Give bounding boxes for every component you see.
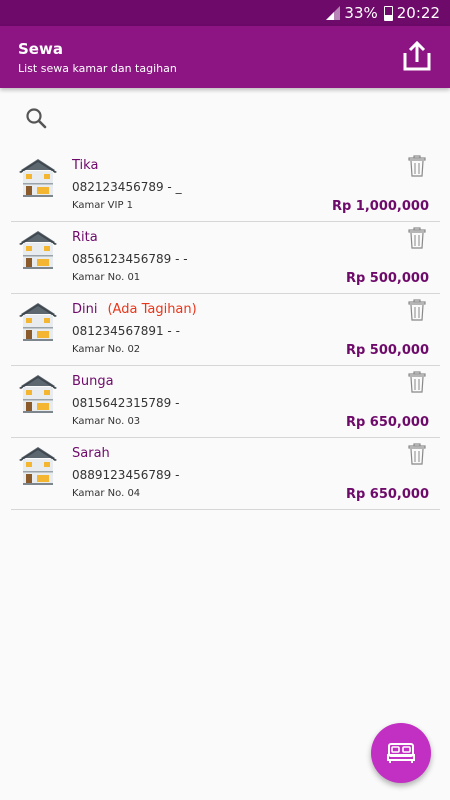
- app-bar: Sewa List sewa kamar dan tagihan: [0, 26, 450, 88]
- battery-percent: 33%: [344, 4, 378, 22]
- tenant-name: Dini (Ada Tagihan): [72, 302, 197, 317]
- tenant-name-text: Tika: [72, 158, 99, 173]
- tenant-name-text: Bunga: [72, 374, 114, 389]
- tenant-row[interactable]: Sarah 0889123456789 - Kamar No. 04 Rp 65…: [11, 438, 440, 510]
- house-icon: [17, 228, 59, 270]
- room-label: Kamar No. 02: [72, 344, 141, 355]
- tenant-row[interactable]: Dini (Ada Tagihan) 081234567891 - - Kamar…: [11, 294, 440, 366]
- trash-icon[interactable]: [408, 371, 426, 393]
- battery-icon: [383, 5, 393, 21]
- rent-price: Rp 500,000: [345, 271, 429, 286]
- trash-icon[interactable]: [408, 227, 426, 249]
- tenant-phone: 081234567891 - -: [72, 324, 180, 338]
- tenant-row[interactable]: Tika 082123456789 - _ Kamar VIP 1 Rp 1,0…: [11, 150, 440, 222]
- tenant-name: Bunga: [72, 374, 124, 389]
- tenant-phone: 0815642315789 -: [72, 396, 180, 410]
- share-icon[interactable]: [402, 40, 432, 72]
- tenant-row[interactable]: Bunga 0815642315789 - Kamar No. 03 Rp 65…: [11, 366, 440, 438]
- tenant-phone: 0856123456789 - -: [72, 252, 188, 266]
- tenant-name: Sarah: [72, 446, 120, 461]
- bed-icon: [387, 743, 415, 763]
- house-icon: [17, 444, 59, 486]
- room-label: Kamar No. 01: [72, 272, 141, 283]
- house-icon: [17, 156, 59, 198]
- rent-price: Rp 500,000: [345, 343, 429, 358]
- tenant-phone: 082123456789 - _: [72, 180, 182, 194]
- trash-icon[interactable]: [408, 299, 426, 321]
- rent-price: Rp 1,000,000: [331, 199, 429, 214]
- house-icon: [17, 372, 59, 414]
- rent-price: Rp 650,000: [345, 487, 429, 502]
- tenant-name-text: Sarah: [72, 446, 110, 461]
- room-label: Kamar No. 03: [72, 416, 141, 427]
- status-bar: 33% 20:22: [0, 0, 450, 26]
- add-room-button[interactable]: [371, 723, 431, 783]
- tenant-name-text: Dini: [72, 302, 98, 317]
- signal-icon: [326, 6, 341, 20]
- trash-icon[interactable]: [408, 443, 426, 465]
- trash-icon[interactable]: [408, 155, 426, 177]
- tenant-name: Rita: [72, 230, 108, 245]
- page-title: Sewa: [18, 40, 63, 58]
- room-label: Kamar No. 04: [72, 488, 141, 499]
- house-icon: [17, 300, 59, 342]
- page-subtitle: List sewa kamar dan tagihan: [18, 62, 177, 75]
- room-label: Kamar VIP 1: [72, 200, 134, 211]
- search-icon[interactable]: [24, 106, 48, 130]
- tenant-name-text: Rita: [72, 230, 98, 245]
- tenant-phone: 0889123456789 -: [72, 468, 180, 482]
- tenant-row[interactable]: Rita 0856123456789 - - Kamar No. 01 Rp 5…: [11, 222, 440, 294]
- tenant-name: Tika: [72, 158, 108, 173]
- bill-tag: (Ada Tagihan): [107, 302, 197, 317]
- clock: 20:22: [396, 4, 440, 22]
- tenant-list: Tika 082123456789 - _ Kamar VIP 1 Rp 1,0…: [11, 150, 440, 510]
- rent-price: Rp 650,000: [345, 415, 429, 430]
